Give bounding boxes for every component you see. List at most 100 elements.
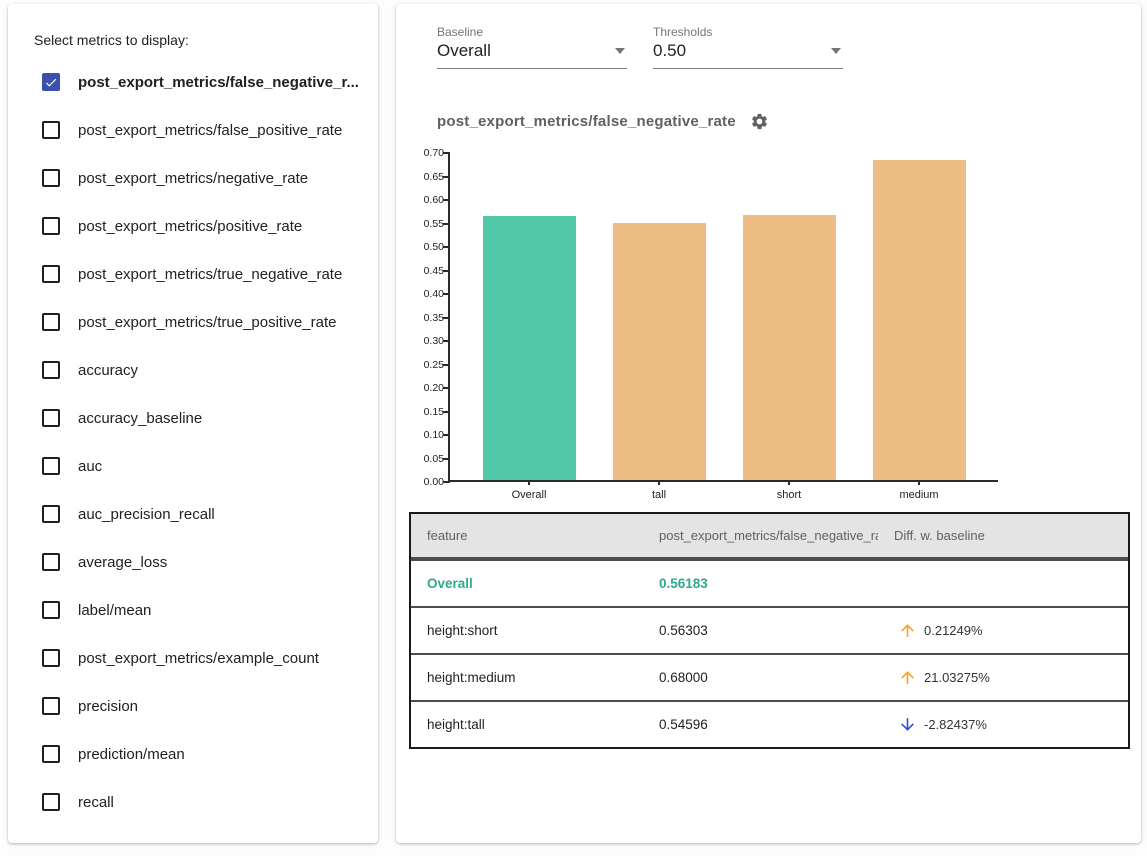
- metric-checkbox-item[interactable]: accuracy: [34, 346, 358, 394]
- y-axis-tick-label: 0.45: [416, 266, 444, 277]
- table-header-row: featurepost_export_metrics/false_negativ…: [411, 514, 1128, 559]
- metric-checkbox-item[interactable]: post_export_metrics/positive_rate: [34, 202, 358, 250]
- chart-title: post_export_metrics/false_negative_rate: [437, 113, 736, 130]
- metric-checkbox-item[interactable]: recall: [34, 778, 358, 826]
- chevron-down-icon: [615, 48, 625, 54]
- y-axis-tick-mark: [443, 317, 450, 319]
- checkbox-icon[interactable]: [42, 361, 60, 379]
- checkbox-icon[interactable]: [42, 169, 60, 187]
- feature-cell: height:tall: [411, 702, 643, 747]
- metric-value-cell: 0.56303: [643, 608, 878, 653]
- y-axis-tick-mark: [443, 176, 450, 178]
- table-header-cell: post_export_metrics/false_negative_rat..…: [643, 514, 878, 557]
- metric-checkbox-item[interactable]: prediction/mean: [34, 730, 358, 778]
- checkbox-icon[interactable]: [42, 409, 60, 427]
- y-axis-tick-label: 0.30: [416, 336, 444, 347]
- metrics-sidebar: Select metrics to display: post_export_m…: [8, 4, 378, 843]
- y-axis-tick-label: 0.70: [416, 148, 444, 159]
- checkbox-icon[interactable]: [42, 217, 60, 235]
- metric-checkbox-item[interactable]: auc: [34, 442, 358, 490]
- checkbox-icon[interactable]: [42, 649, 60, 667]
- metric-label: post_export_metrics/true_negative_rate: [78, 266, 342, 283]
- bar-medium[interactable]: [873, 160, 966, 480]
- metrics-table: featurepost_export_metrics/false_negativ…: [409, 512, 1130, 749]
- y-axis-tick-label: 0.35: [416, 313, 444, 324]
- diff-percentage: 0.21249%: [924, 623, 983, 638]
- y-axis-tick-mark: [443, 434, 450, 436]
- metric-checkbox-item[interactable]: accuracy_baseline: [34, 394, 358, 442]
- metric-checkbox-item[interactable]: post_export_metrics/negative_rate: [34, 154, 358, 202]
- metric-checkbox-item[interactable]: post_export_metrics/false_positive_rate: [34, 106, 358, 154]
- diff-baseline-cell: 0.21249%: [878, 608, 1128, 653]
- y-axis-tick-label: 0.20: [416, 383, 444, 394]
- bar-short[interactable]: [743, 215, 836, 480]
- table-header-cell: Diff. w. baseline: [878, 514, 1128, 557]
- metric-checkbox-item[interactable]: post_export_metrics/example_count: [34, 634, 358, 682]
- checkbox-icon[interactable]: [42, 601, 60, 619]
- checkbox-icon[interactable]: [42, 505, 60, 523]
- baseline-select[interactable]: Baseline Overall: [437, 25, 627, 69]
- metric-checkbox-item[interactable]: post_export_metrics/true_positive_rate: [34, 298, 358, 346]
- checkbox-icon[interactable]: [42, 745, 60, 763]
- x-axis-tick-mark: [788, 480, 790, 485]
- checkbox-icon[interactable]: [42, 697, 60, 715]
- y-axis-tick-label: 0.00: [416, 477, 444, 488]
- checkbox-icon[interactable]: [42, 73, 60, 91]
- checkbox-icon[interactable]: [42, 457, 60, 475]
- metric-label: post_export_metrics/negative_rate: [78, 170, 308, 187]
- diff-baseline-cell: [878, 561, 1128, 606]
- chevron-down-icon: [831, 48, 841, 54]
- metric-checkbox-item[interactable]: precision: [34, 682, 358, 730]
- metric-checkbox-item[interactable]: post_export_metrics/false_negative_r...: [34, 58, 358, 106]
- checkbox-icon[interactable]: [42, 121, 60, 139]
- arrow-down-icon: [898, 715, 917, 734]
- y-axis-tick-label: 0.25: [416, 360, 444, 371]
- table-row: height:medium0.6800021.03275%: [411, 653, 1128, 700]
- x-axis-tick-label: tall: [599, 489, 719, 501]
- feature-cell: height:medium: [411, 655, 643, 700]
- arrow-up-icon: [898, 668, 917, 687]
- metric-checkbox-item[interactable]: average_loss: [34, 538, 358, 586]
- y-axis-tick-label: 0.10: [416, 430, 444, 441]
- y-axis-tick-mark: [443, 411, 450, 413]
- checkbox-icon[interactable]: [42, 793, 60, 811]
- metric-label: post_export_metrics/true_positive_rate: [78, 314, 336, 331]
- baseline-select-value: Overall: [437, 41, 491, 61]
- checkbox-icon[interactable]: [42, 313, 60, 331]
- metric-value-cell: 0.68000: [643, 655, 878, 700]
- y-axis-tick-label: 0.65: [416, 172, 444, 183]
- metric-label: prediction/mean: [78, 746, 185, 763]
- y-axis-tick-mark: [443, 199, 450, 201]
- metric-checkbox-item[interactable]: post_export_metrics/true_negative_rate: [34, 250, 358, 298]
- metric-checkbox-item[interactable]: auc_precision_recall: [34, 490, 358, 538]
- metric-list: post_export_metrics/false_negative_r... …: [34, 58, 358, 826]
- thresholds-select[interactable]: Thresholds 0.50: [653, 25, 843, 69]
- checkbox-icon[interactable]: [42, 265, 60, 283]
- y-axis-tick-label: 0.60: [416, 195, 444, 206]
- checkbox-icon[interactable]: [42, 553, 60, 571]
- bar-chart-plot-area: 0.000.050.100.150.200.250.300.350.400.45…: [448, 153, 998, 482]
- feature-cell: height:short: [411, 608, 643, 653]
- y-axis-tick-mark: [443, 458, 450, 460]
- y-axis-tick-mark: [443, 246, 450, 248]
- diff-baseline-cell: 21.03275%: [878, 655, 1128, 700]
- gear-icon[interactable]: [750, 112, 769, 131]
- controls-row: Baseline Overall Thresholds 0.50: [437, 25, 1141, 69]
- bar-Overall[interactable]: [483, 216, 576, 480]
- table-header-cell: feature: [411, 514, 643, 557]
- y-axis-tick-mark: [443, 340, 450, 342]
- metric-checkbox-item[interactable]: label/mean: [34, 586, 358, 634]
- baseline-select-label: Baseline: [437, 25, 627, 39]
- thresholds-select-label: Thresholds: [653, 25, 843, 39]
- metric-label: auc: [78, 458, 102, 475]
- arrow-up-icon: [898, 621, 917, 640]
- metric-label: auc_precision_recall: [78, 506, 215, 523]
- metric-label: accuracy_baseline: [78, 410, 202, 427]
- bar-chart: 0.000.050.100.150.200.250.300.350.400.45…: [414, 143, 1141, 508]
- table-row: Overall0.56183: [411, 559, 1128, 606]
- y-axis-tick-mark: [443, 293, 450, 295]
- x-axis-tick-label: Overall: [469, 489, 589, 501]
- x-axis-tick-mark: [658, 480, 660, 485]
- bar-tall[interactable]: [613, 223, 706, 480]
- metric-label: post_export_metrics/example_count: [78, 650, 319, 667]
